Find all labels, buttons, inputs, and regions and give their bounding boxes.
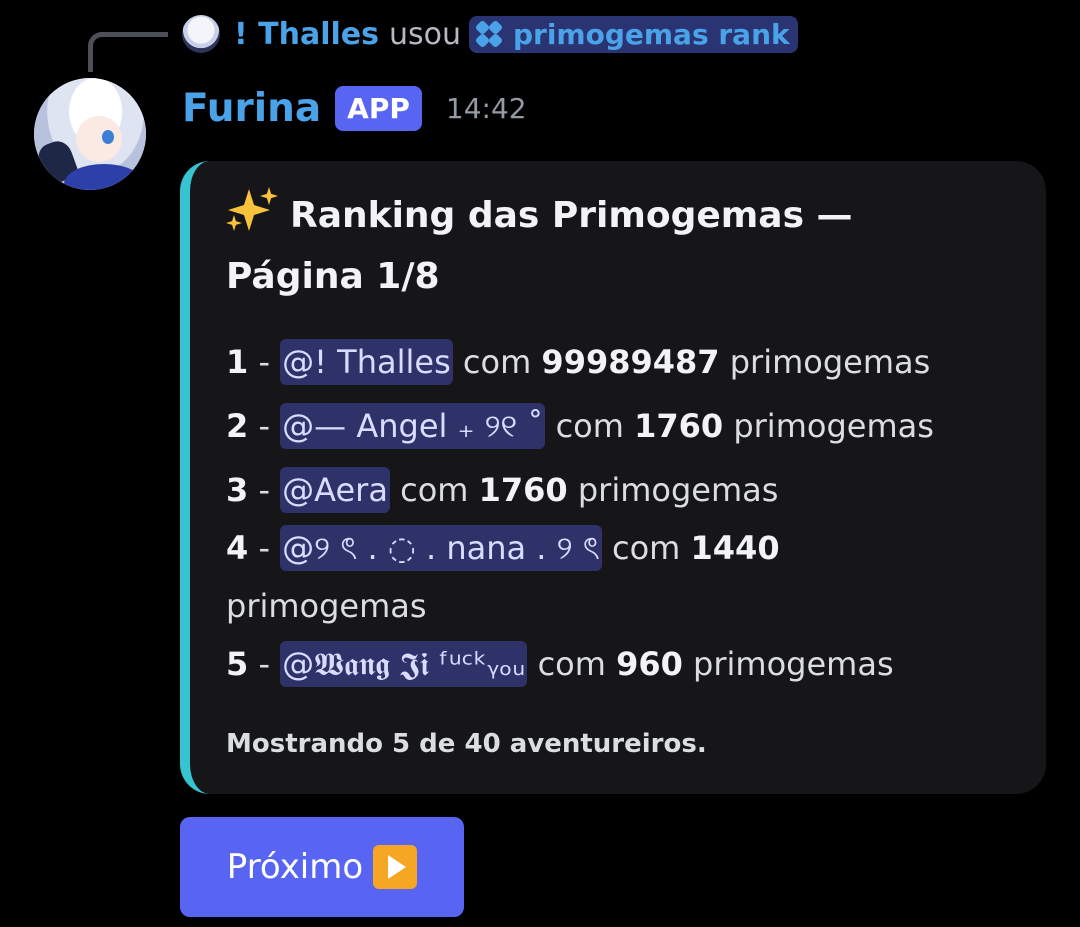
rank-number: 2 — [226, 407, 249, 445]
slash-command-name: primogemas rank — [512, 17, 790, 51]
rank-unit: primogemas — [226, 587, 427, 625]
list-item: 4 - @୨ ৎ . ◌ . nana . ୨ ৎ com 1440 primo… — [226, 519, 926, 635]
ranking-embed: Ranking das Primogemas — Página 1/8 1 - … — [180, 161, 1046, 794]
rank-connector: com — [527, 645, 617, 683]
rank-separator: - — [248, 645, 281, 683]
user-mention[interactable]: @𝖂𝖆𝖓𝖌 𝕵𝖎 ᶠᵘᶜᵏᵧₒᵤ — [280, 641, 528, 687]
app-badge: APP — [335, 85, 422, 131]
rank-unit: primogemas — [719, 343, 931, 381]
message-timestamp[interactable]: 14:42 — [446, 92, 527, 125]
rank-connector: com — [601, 529, 691, 567]
user-mention[interactable]: @— Angel ₊ ୨୧ ˚ — [280, 403, 546, 449]
user-avatar-icon[interactable] — [182, 15, 220, 53]
rank-number: 1 — [226, 343, 249, 381]
primogem-count: 99989487 — [541, 343, 720, 381]
next-button-label: Próximo — [226, 847, 364, 887]
rank-separator: - — [248, 407, 281, 445]
rank-connector: com — [452, 343, 542, 381]
sparkles-icon — [226, 187, 280, 233]
play-button-icon — [373, 845, 418, 889]
rank-separator: - — [248, 529, 281, 567]
embed-title: Ranking das Primogemas — Página 1/8 — [226, 185, 986, 307]
rank-separator: - — [248, 343, 281, 381]
rank-unit: primogemas — [567, 471, 779, 509]
list-item: 5 - @𝖂𝖆𝖓𝖌 𝕵𝖎 ᶠᵘᶜᵏᵧₒᵤ com 960 primogemas — [226, 635, 1006, 693]
message-header: Furina APP 14:42 — [182, 82, 527, 134]
user-mention[interactable]: @! Thalles — [280, 339, 453, 385]
rank-connector: com — [389, 471, 479, 509]
reply-verb: usou — [388, 16, 461, 52]
embed-footer: Mostrando 5 de 40 aventureiros. — [226, 729, 707, 759]
rank-separator: - — [248, 471, 281, 509]
list-item: 1 - @! Thalles com 99989487 primogemas — [226, 333, 1006, 391]
next-page-button[interactable]: Próximo — [180, 817, 464, 917]
rank-number: 4 — [226, 529, 249, 567]
primogem-count: 1760 — [634, 407, 724, 445]
primogem-count: 1440 — [690, 529, 780, 567]
rank-connector: com — [545, 407, 635, 445]
reply-connector — [88, 32, 168, 72]
slash-command-icon — [474, 19, 505, 49]
list-item: 3 - @Aera com 1760 primogemas — [226, 461, 1006, 519]
furina-avatar-icon[interactable] — [34, 78, 146, 190]
user-mention[interactable]: @୨ ৎ . ◌ . nana . ୨ ৎ — [280, 525, 602, 571]
reply-username[interactable]: ! Thalles — [234, 17, 379, 52]
rank-number: 3 — [226, 471, 249, 509]
rank-unit: primogemas — [723, 407, 934, 445]
primogem-count: 1760 — [478, 471, 568, 509]
author-name[interactable]: Furina — [182, 86, 321, 131]
discord-chat: ! Thalles usou primogemas rank Furina AP… — [0, 0, 1080, 927]
slash-command-chip[interactable]: primogemas rank — [468, 15, 798, 53]
reply-reference[interactable]: ! Thalles usou primogemas rank — [182, 10, 798, 58]
rank-unit: primogemas — [682, 645, 894, 683]
ranking-list: 1 - @! Thalles com 99989487 primogemas 2… — [226, 333, 1006, 693]
rank-number: 5 — [226, 645, 249, 683]
primogem-count: 960 — [616, 645, 683, 683]
list-item: 2 - @— Angel ₊ ୨୧ ˚ com 1760 primogemas — [226, 391, 1006, 461]
user-mention[interactable]: @Aera — [280, 467, 390, 513]
